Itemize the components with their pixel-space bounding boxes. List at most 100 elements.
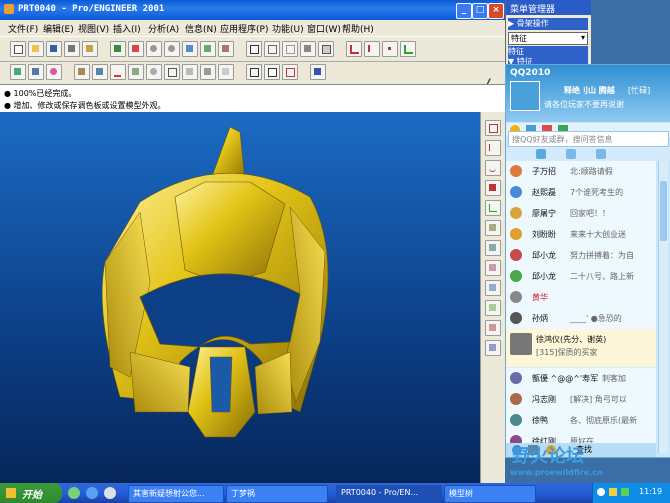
list-item[interactable]: 孙炳 ____' ●急恐的 [506,308,656,330]
recent-tab-icon[interactable] [596,149,606,159]
refit-icon[interactable] [182,41,198,57]
datum-plane-icon[interactable] [346,41,362,57]
title-bar[interactable]: PRT0040 - Pro/ENGINEER 2001 _ □ × [0,0,505,20]
datum-axis-tool-icon[interactable] [485,140,501,156]
menu-utilities[interactable]: 功能(U) [272,22,304,35]
minimize-button[interactable]: _ [456,3,472,19]
window-close-icon[interactable] [282,64,298,80]
no-hidden-icon[interactable] [282,41,298,57]
quicklaunch-media-icon[interactable] [104,487,116,499]
task-button-1[interactable]: 其害新疑想射公您... [128,485,224,503]
quicklaunch-browser-icon[interactable] [68,487,80,499]
coord-sys-tool-icon[interactable] [485,200,501,216]
sketch-tool-icon[interactable] [485,240,501,256]
list-item[interactable]: 刘盼盼 来来十大创业迷 [506,224,656,246]
table-icon[interactable] [164,64,180,80]
print-icon[interactable] [64,41,80,57]
list-item[interactable]: 赵熙磊 7个谁死考生的 [506,182,656,204]
context-help-icon[interactable] [310,64,326,80]
close-button[interactable]: × [488,3,504,19]
list-item[interactable]: 邱小龙 二十八号，路上新 [506,266,656,288]
qq-tray-icon[interactable] [621,488,629,496]
zoom-in-icon[interactable] [146,41,162,57]
datum-point-icon[interactable] [382,41,398,57]
layer-icon[interactable] [218,64,234,80]
color-appearance-icon[interactable] [46,64,62,80]
volume-icon[interactable] [609,488,617,496]
analysis-tool-icon[interactable] [485,220,501,236]
qq-header[interactable]: QQ2010 释绝刂山 腾越 [忙碌] 请各位玩家不要再说谢 [506,65,670,122]
revolve-tool-icon[interactable] [485,280,501,296]
graph-icon[interactable] [110,64,126,80]
list-item[interactable]: 子万招 北:顺路请假 [506,161,656,183]
task-button-2[interactable]: 丁梦祸 [226,485,328,503]
groups-tab-icon[interactable] [566,149,576,159]
menu-item-feature-expanded[interactable]: ▼ 特征 [508,56,588,64]
datum-axis-icon[interactable] [364,41,380,57]
list-item-selected[interactable]: 徐鸿仪(先分、谢英) [315]保质的买家 [506,329,656,368]
zoom-out-icon[interactable] [164,41,180,57]
menu-applications[interactable]: 应用程序(P) [220,22,268,35]
analysis-icon[interactable] [74,64,90,80]
contact-search-input[interactable]: 搜QQ好友或群，搜问答信息 [508,131,669,147]
network-icon[interactable] [597,488,605,496]
save-icon[interactable] [46,41,62,57]
undo-icon[interactable] [110,41,126,57]
contacts-tab-icon[interactable] [536,149,546,159]
menu-analysis[interactable]: 分析(A) [148,22,179,35]
menu-info[interactable]: 信息(N) [185,22,217,35]
datum-curve-tool-icon[interactable] [485,160,501,176]
menu-manager-title-bar[interactable]: 菜单管理器 [506,0,591,15]
quicklaunch-ie-icon[interactable] [86,487,98,499]
shading-icon[interactable] [300,41,316,57]
avatar[interactable] [510,81,540,111]
open-icon[interactable] [28,41,44,57]
menu-edit[interactable]: 编辑(E) [43,22,74,35]
measure-icon[interactable] [10,64,26,80]
extrude-tool-icon[interactable] [485,260,501,276]
feature-dropdown[interactable]: 特征 ▾ [508,32,588,45]
coordinate-system-icon[interactable] [400,41,416,57]
redraw-icon[interactable] [128,41,144,57]
menu-item-skeleton[interactable]: ▶ 骨架操作 [508,18,588,30]
curvature-icon[interactable] [92,64,108,80]
blend-tool-icon[interactable] [485,320,501,336]
graphics-window[interactable] [0,112,480,483]
task-button-proe[interactable]: PRT0040 - Pro/EN... [336,485,442,503]
list-item[interactable]: 黄华 [506,287,656,309]
qq-signature[interactable]: 请各位玩家不要再说谢 [544,99,624,110]
family-table-icon[interactable] [200,64,216,80]
hole-icon[interactable] [146,64,162,80]
model-tree-icon[interactable] [318,41,334,57]
list-item[interactable]: 冯志刚 [解决] 角弓可以 [506,389,656,411]
sweep-tool-icon[interactable] [485,300,501,316]
datum-plane-tool-icon[interactable] [485,120,501,136]
menu-file[interactable]: 文件(F) [8,22,38,35]
list-item[interactable]: 廖屠宁 回家吧！！ [506,203,656,225]
relations-icon[interactable] [128,64,144,80]
task-button-model-tree[interactable]: 模型树 [444,485,536,503]
shell-tool-icon[interactable] [485,340,501,356]
menu-help[interactable]: 帮助(H) [342,22,374,35]
email-icon[interactable] [82,41,98,57]
list-item[interactable]: 甑優 ^@@^'寿军 刺客加 [506,368,656,390]
list-item[interactable]: 邱小龙 努力拼搏着：为自 [506,245,656,267]
start-button[interactable]: 开始 [0,483,62,503]
contact-list-scrollbar[interactable] [658,161,668,453]
parameters-icon[interactable] [182,64,198,80]
orient-icon[interactable] [200,41,216,57]
datum-point-tool-icon[interactable] [485,180,501,196]
menu-window[interactable]: 窗口(W) [307,22,341,35]
status-badge[interactable]: [忙碌] [628,85,650,96]
section-icon[interactable] [28,64,44,80]
new-icon[interactable] [10,41,26,57]
saved-view-icon[interactable] [218,41,234,57]
menu-insert[interactable]: 插入(I) [113,22,141,35]
wireframe-icon[interactable] [246,41,262,57]
window-new-icon[interactable] [264,64,280,80]
window-activate-icon[interactable] [246,64,262,80]
list-item[interactable]: 徐鸭 各、彻底原乐(最新 [506,410,656,432]
hidden-line-icon[interactable] [264,41,280,57]
maximize-button[interactable]: □ [472,3,488,19]
scrollbar-thumb[interactable] [660,181,667,241]
